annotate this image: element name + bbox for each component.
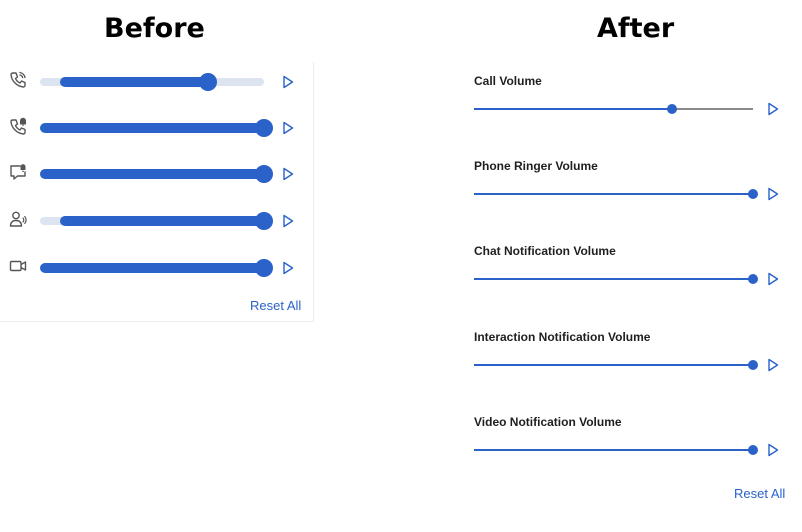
interaction-notification-icon: [9, 211, 27, 227]
slider-thumb[interactable]: [255, 259, 273, 277]
slider-thumb[interactable]: [255, 119, 273, 137]
before-chat-notification-slider[interactable]: [40, 165, 273, 183]
play-icon[interactable]: [282, 75, 294, 89]
before-call-volume-row: [0, 66, 313, 96]
after-interaction-notification-item: Interaction Notification Volume: [474, 330, 784, 390]
play-icon[interactable]: [767, 187, 779, 201]
slider-thumb[interactable]: [199, 73, 217, 91]
phone-ringer-volume-label: Phone Ringer Volume: [474, 159, 598, 173]
slider-thumb[interactable]: [255, 165, 273, 183]
slider-thumb[interactable]: [255, 212, 273, 230]
slider-thumb[interactable]: [667, 104, 678, 114]
slider-fill: [60, 216, 264, 226]
before-chat-notification-row: [0, 158, 313, 188]
play-icon[interactable]: [767, 272, 779, 286]
before-video-notification-row: [0, 252, 313, 282]
after-reset-all-link[interactable]: Reset All: [734, 486, 785, 501]
slider-thumb[interactable]: [748, 274, 758, 284]
before-interaction-notification-slider[interactable]: [40, 212, 273, 230]
chat-notification-volume-slider[interactable]: [474, 274, 758, 284]
play-icon[interactable]: [767, 443, 779, 457]
slider-fill: [40, 169, 264, 179]
slider-fill: [474, 449, 753, 451]
phone-ringer-icon: [10, 117, 26, 135]
slider-fill: [474, 278, 753, 280]
interaction-notification-volume-label: Interaction Notification Volume: [474, 330, 651, 344]
slider-thumb[interactable]: [748, 445, 758, 455]
before-call-volume-slider[interactable]: [40, 73, 264, 91]
after-heading: After: [597, 13, 675, 44]
interaction-notification-volume-slider[interactable]: [474, 360, 758, 370]
video-notification-volume-label: Video Notification Volume: [474, 415, 622, 429]
after-call-volume-item: Call Volume: [474, 74, 784, 134]
call-volume-label: Call Volume: [474, 74, 542, 88]
slider-fill: [474, 193, 753, 195]
before-video-notification-slider[interactable]: [40, 259, 273, 277]
after-video-notification-item: Video Notification Volume: [474, 415, 784, 475]
after-chat-notification-item: Chat Notification Volume: [474, 244, 784, 304]
chat-notification-volume-label: Chat Notification Volume: [474, 244, 616, 258]
slider-thumb[interactable]: [748, 189, 758, 199]
after-phone-ringer-item: Phone Ringer Volume: [474, 159, 784, 219]
slider-fill: [40, 123, 264, 133]
video-notification-volume-slider[interactable]: [474, 445, 758, 455]
chat-notification-icon: [10, 164, 26, 180]
before-heading: Before: [104, 13, 205, 44]
play-icon[interactable]: [282, 167, 294, 181]
before-volume-panel: Reset All: [0, 62, 314, 322]
phone-ringer-volume-slider[interactable]: [474, 189, 758, 199]
before-reset-all-link[interactable]: Reset All: [250, 298, 301, 313]
play-icon[interactable]: [767, 102, 779, 116]
play-icon[interactable]: [767, 358, 779, 372]
video-camera-icon: [9, 260, 27, 272]
before-phone-ringer-row: [0, 112, 313, 142]
play-icon[interactable]: [282, 214, 294, 228]
slider-fill: [474, 364, 753, 366]
slider-fill: [60, 77, 208, 87]
before-phone-ringer-slider[interactable]: [40, 119, 273, 137]
slider-fill: [40, 263, 264, 273]
play-icon[interactable]: [282, 261, 294, 275]
before-interaction-notification-row: [0, 205, 313, 235]
play-icon[interactable]: [282, 121, 294, 135]
phone-volume-icon: [10, 71, 26, 88]
slider-fill: [474, 108, 673, 110]
slider-thumb[interactable]: [748, 360, 758, 370]
call-volume-slider[interactable]: [474, 104, 753, 114]
